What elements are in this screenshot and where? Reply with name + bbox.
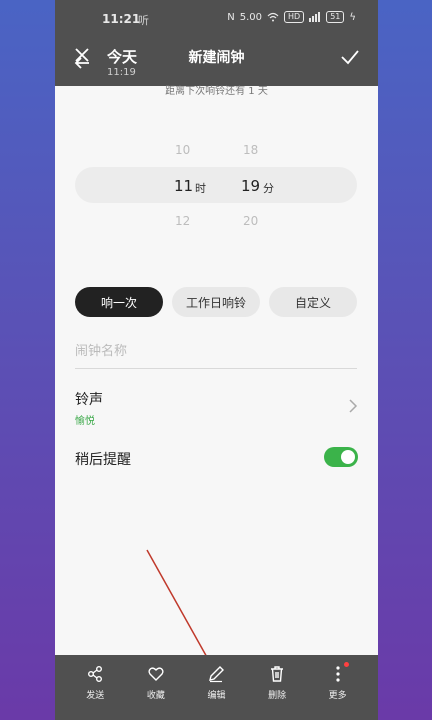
bottom-action-bar: 发送 收藏 编辑 删除 更多 — [55, 655, 378, 720]
delete-label: 删除 — [268, 691, 287, 701]
edit-button[interactable]: 编辑 — [194, 665, 238, 720]
share-icon — [88, 666, 103, 682]
send-label: 发送 — [86, 691, 105, 701]
notification-dot — [343, 662, 349, 667]
more-label: 更多 — [328, 691, 347, 701]
send-button[interactable]: 发送 — [73, 665, 117, 720]
pencil-icon — [209, 666, 225, 683]
delete-button[interactable]: 删除 — [255, 665, 299, 720]
more-button[interactable]: 更多 — [316, 662, 360, 720]
phone-screen: 11:21 听 N 5.00 HD 51 ϟ 今天 11:19 新建闹钟 距离下… — [55, 0, 378, 720]
heart-icon — [148, 667, 164, 681]
edit-label: 编辑 — [207, 691, 226, 701]
annotation-arrow — [146, 549, 214, 669]
trash-icon — [271, 666, 284, 682]
more-vertical-icon — [336, 666, 340, 682]
favorite-label: 收藏 — [146, 691, 165, 701]
favorite-button[interactable]: 收藏 — [134, 665, 178, 720]
